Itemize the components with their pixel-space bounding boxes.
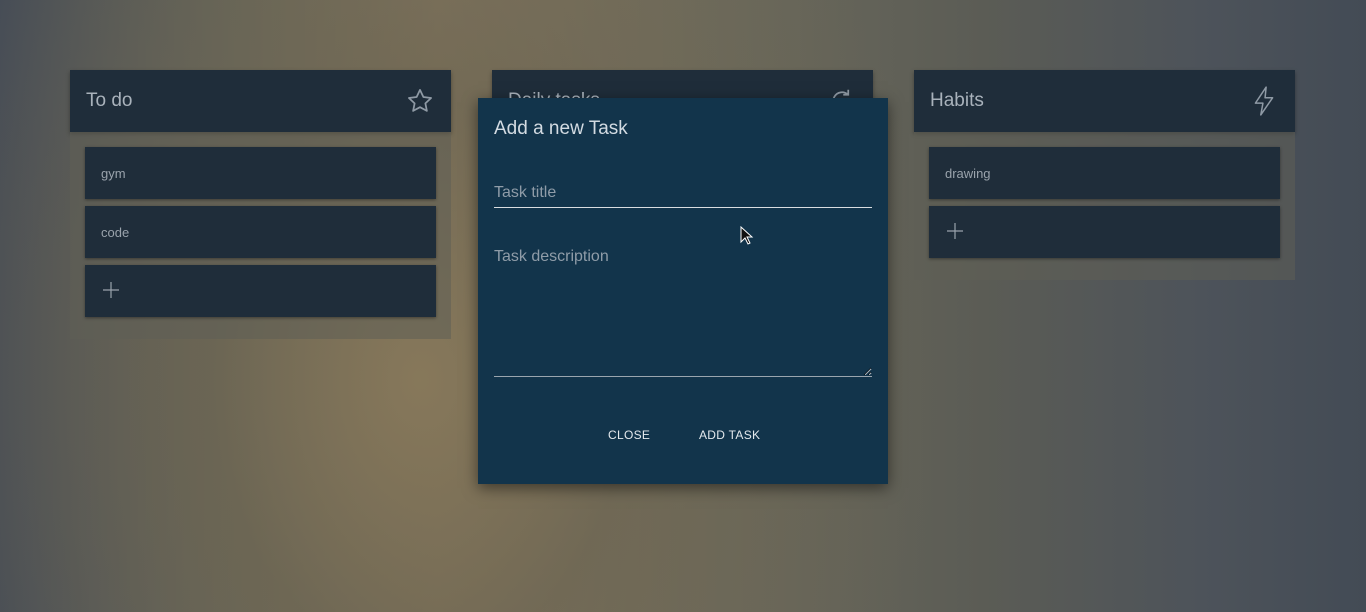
task-label: code [101, 224, 130, 240]
task-label: drawing [945, 165, 991, 181]
column-title: To do [86, 90, 133, 111]
column-body-habits: drawing [914, 132, 1295, 280]
add-task-submit-button[interactable]: ADD TASK [693, 424, 766, 446]
mouse-cursor-icon [740, 225, 754, 251]
column-header-habits: Habits [914, 70, 1295, 132]
column-body-todo: gym code [70, 132, 451, 339]
close-button[interactable]: CLOSE [602, 424, 656, 446]
task-card[interactable]: gym [85, 147, 436, 199]
add-task-button[interactable] [929, 206, 1280, 258]
lightning-icon[interactable] [1249, 86, 1279, 116]
column-header-todo: To do [70, 70, 451, 132]
plus-icon [101, 280, 121, 303]
column-todo: To do gym code [70, 70, 451, 339]
column-habits: Habits drawing [914, 70, 1295, 280]
column-title: Habits [930, 90, 984, 111]
task-card[interactable]: code [85, 206, 436, 258]
plus-icon [945, 221, 965, 244]
task-card[interactable]: drawing [929, 147, 1280, 199]
add-task-dialog: Add a new Task CLOSE ADD TASK [478, 98, 888, 484]
task-label: gym [101, 165, 126, 181]
star-icon[interactable] [405, 86, 435, 116]
add-task-button[interactable] [85, 265, 436, 317]
dialog-title: Add a new Task [494, 118, 628, 139]
task-title-input[interactable] [494, 178, 872, 208]
task-description-input[interactable] [494, 248, 872, 377]
